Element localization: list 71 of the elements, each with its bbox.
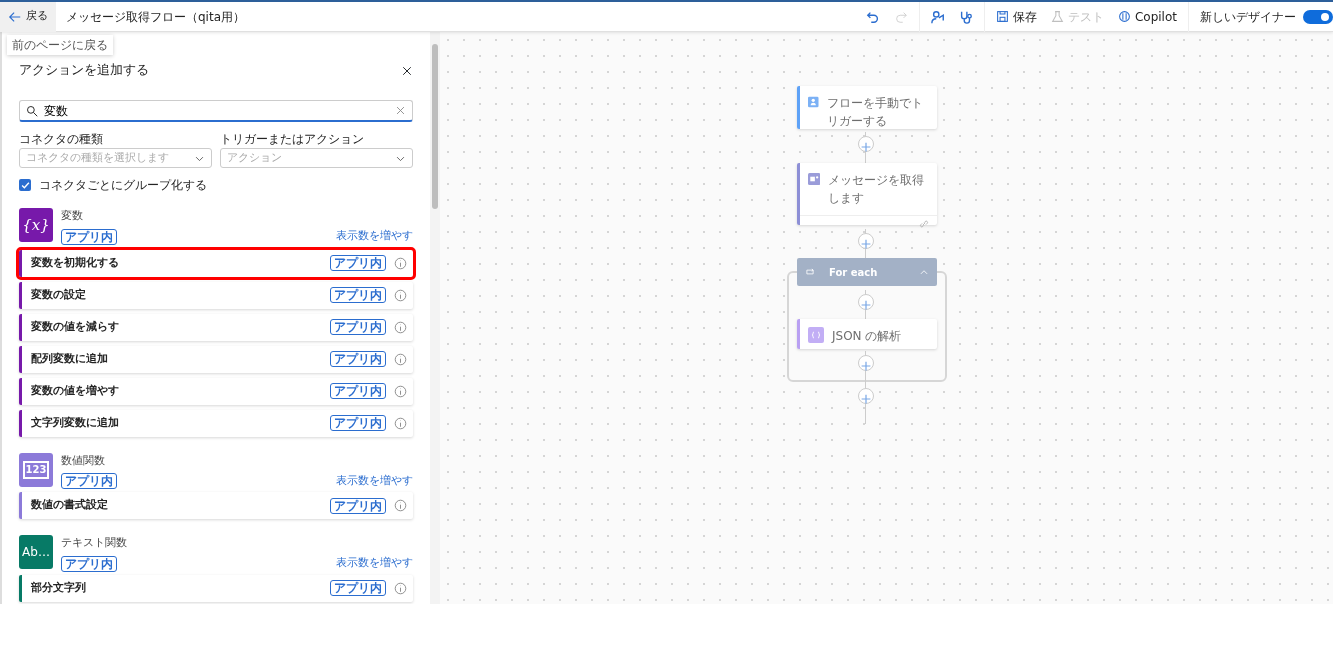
- action-card[interactable]: JSON の解析: [797, 319, 937, 349]
- card-title: フローを手動でトリガーする: [826, 95, 924, 130]
- scope-tag: アプリ内: [330, 351, 386, 367]
- info-icon: [394, 499, 407, 512]
- scope-tag: アプリ内: [330, 383, 386, 399]
- connector-name: 変数: [61, 208, 84, 224]
- show-more-link[interactable]: 表示数を増やす: [336, 228, 413, 245]
- action-card[interactable]: メッセージを取得します: [797, 163, 937, 225]
- loop-icon: [805, 267, 815, 277]
- scope-tag: アプリ内: [61, 473, 117, 489]
- action-card[interactable]: フローを手動でトリガーする: [797, 86, 937, 129]
- info-icon: [394, 352, 407, 366]
- action-item[interactable]: 変数の設定 アプリ内: [19, 281, 413, 309]
- scope-tag: アプリ内: [330, 255, 386, 271]
- connector-logo: Ab…: [19, 535, 53, 569]
- scope-tag: アプリ内: [61, 228, 117, 245]
- designer-label: 新しいデザイナー: [1199, 8, 1297, 26]
- action-item[interactable]: 変数の値を減らす アプリ内: [19, 313, 413, 341]
- designer-toggle[interactable]: [1303, 9, 1333, 24]
- action-item[interactable]: 変数の値を増やす アプリ内: [19, 377, 413, 405]
- info-icon: [394, 288, 407, 302]
- add-step-button[interactable]: [858, 136, 874, 152]
- back-button[interactable]: 戻る: [0, 1, 56, 32]
- info-icon: [394, 581, 407, 595]
- save-icon: [995, 10, 1009, 23]
- group-label: コネクタごとにグループ化する: [39, 177, 207, 194]
- close-icon: [401, 64, 413, 77]
- connector-name: 数値関数: [61, 452, 106, 469]
- action-item[interactable]: 変数を初期化する アプリ内: [19, 249, 413, 277]
- arrow-left-icon: [8, 9, 22, 24]
- add-step-button[interactable]: [858, 388, 874, 404]
- tooltip: 前のページに戻る: [7, 35, 113, 55]
- show-more-link[interactable]: 表示数を増やす: [336, 472, 413, 489]
- card-title: メッセージを取得します: [828, 172, 926, 207]
- action-item[interactable]: 部分文字列 アプリ内: [19, 574, 413, 602]
- info-icon: [394, 384, 407, 398]
- scope-tag: アプリ内: [330, 580, 386, 596]
- action-item[interactable]: 配列変数に追加 アプリ内: [19, 345, 413, 373]
- scope-tag: アプリ内: [330, 415, 386, 431]
- save-button[interactable]: 保存: [988, 2, 1044, 31]
- connector-logo: 123: [19, 452, 53, 487]
- flask-icon: [1050, 10, 1064, 23]
- flow-title: メッセージ取得フロー（qita用）: [66, 8, 245, 26]
- search-input[interactable]: 変数: [44, 101, 389, 120]
- info-icon: [394, 256, 407, 270]
- action-item[interactable]: 数値の書式設定 アプリ内: [19, 492, 413, 519]
- filter-label: コネクタの種類: [19, 131, 104, 148]
- search-field[interactable]: 変数: [19, 100, 413, 122]
- group-checkbox[interactable]: [19, 179, 31, 191]
- card-title: JSON の解析: [832, 328, 902, 345]
- scope-tag: アプリ内: [330, 319, 386, 335]
- scope-tag: アプリ内: [61, 555, 117, 572]
- connector-logo: {x}: [19, 208, 53, 242]
- add-step-button[interactable]: [858, 233, 874, 249]
- link-icon: [919, 219, 929, 229]
- person-icon: [808, 94, 819, 110]
- filter-label: トリガーまたはアクション: [220, 131, 365, 148]
- connector-name: テキスト関数: [61, 535, 127, 551]
- info-icon: [394, 416, 407, 430]
- show-more-link[interactable]: 表示数を増やす: [336, 555, 413, 572]
- clear-icon: [395, 105, 406, 116]
- scope-tag: アプリ内: [330, 287, 386, 303]
- action-item[interactable]: 文字列変数に追加 アプリ内: [19, 409, 413, 437]
- scope-tag: アプリ内: [330, 497, 386, 514]
- search-icon: [26, 104, 38, 117]
- variable-icon: [808, 327, 824, 343]
- copilot-button[interactable]: Copilot: [1110, 2, 1184, 31]
- scrollbar[interactable]: [430, 32, 440, 604]
- info-icon: [394, 320, 407, 334]
- panel-title: アクションを追加する: [19, 61, 149, 80]
- chevron-up-icon: [919, 267, 929, 277]
